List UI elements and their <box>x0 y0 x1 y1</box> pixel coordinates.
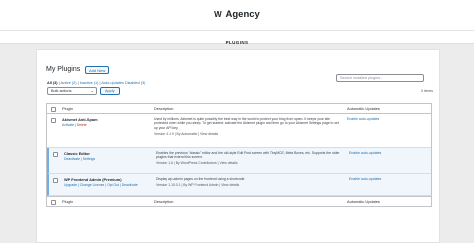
row-checkbox[interactable] <box>53 178 58 183</box>
table-row: Akismet Anti-Spam Activate | Delete Used… <box>47 114 431 148</box>
row-checkbox[interactable] <box>51 118 56 123</box>
plugin-description: Enables the previous "classic" editor an… <box>156 151 343 166</box>
plugin-name: Akismet Anti-Spam <box>62 117 98 122</box>
tab-plugins[interactable]: PLUGINS <box>225 36 249 50</box>
row-checkbox[interactable] <box>53 152 58 157</box>
sub-navigation: PLUGINS <box>0 30 474 50</box>
deactivate-link[interactable]: Deactivate <box>64 157 80 161</box>
column-automatic-updates: Automatic Updates <box>347 199 380 204</box>
plugin-actions: Deactivate | Settings <box>64 157 96 161</box>
brand-mark: W <box>214 10 222 19</box>
opt-out-link[interactable]: Opt Out <box>107 183 119 187</box>
activate-link[interactable]: Activate <box>62 123 74 127</box>
change-license-link[interactable]: Change License <box>80 183 105 187</box>
column-automatic-updates: Automatic Updates <box>347 106 380 111</box>
delete-link[interactable]: Delete <box>77 123 87 127</box>
apply-button[interactable]: Apply <box>100 87 120 95</box>
plugin-actions: Upgrade | Change License | Opt Out | Dea… <box>64 183 138 187</box>
plugin-description: Used by millions, Akismet is quite possi… <box>154 117 341 136</box>
plugin-filters: All (3) | Active (2) | Inactive (1) | Au… <box>47 81 146 85</box>
filter-active[interactable]: Active (2) <box>60 81 76 85</box>
top-bar: W Agency <box>0 0 474 30</box>
table-row: WP Frontend Admin (Premium) Upgrade | Ch… <box>47 174 431 196</box>
upgrade-link[interactable]: Upgrade <box>64 183 77 187</box>
column-description: Description <box>154 199 174 204</box>
brand-logo[interactable]: W Agency <box>0 9 474 20</box>
plugin-description-text: Enables the previous "classic" editor an… <box>156 151 340 160</box>
plugin-meta[interactable]: Version 4.1.9 | By Automattic | View det… <box>154 132 341 136</box>
chevron-down-icon: ⌄ <box>90 88 94 93</box>
bulk-actions-select[interactable]: Bulk actions ⌄ <box>47 87 97 95</box>
plugin-meta[interactable]: Version 1.10.0.1 | By WP Frontend Admin … <box>156 183 343 187</box>
column-plugin[interactable]: Plugin <box>62 104 73 114</box>
plugin-actions: Activate | Delete <box>62 123 87 127</box>
table-header: Plugin Description Automatic Updates <box>47 104 431 114</box>
plugin-description-text: Used by millions, Akismet is quite possi… <box>154 117 339 130</box>
column-description: Description <box>154 106 174 111</box>
enable-auto-updates-link[interactable]: Enable auto-updates <box>349 177 381 181</box>
item-count: 3 items <box>420 89 433 93</box>
plugin-name: Classic Editor <box>64 151 90 156</box>
plugin-description: Display wp-admin pages on the frontend u… <box>156 177 343 187</box>
bulk-actions-label: Bulk actions <box>51 89 72 93</box>
settings-link[interactable]: Settings <box>83 157 95 161</box>
select-all-checkbox[interactable] <box>51 106 56 112</box>
add-new-button[interactable]: Add New <box>85 66 110 74</box>
plugin-name: WP Frontend Admin (Premium) <box>64 177 122 182</box>
column-plugin[interactable]: Plugin <box>62 197 73 207</box>
page-title: My Plugins <box>46 66 81 73</box>
enable-auto-updates-link[interactable]: Enable auto-updates <box>347 117 379 121</box>
filter-inactive[interactable]: Inactive (1) <box>80 81 99 85</box>
plugin-description-text: Display wp-admin pages on the frontend u… <box>156 177 246 181</box>
enable-auto-updates-link[interactable]: Enable auto-updates <box>349 151 381 155</box>
filter-auto-updates-disabled[interactable]: Auto-updates Disabled (3) <box>101 81 145 85</box>
search-input[interactable]: Search installed plugins... <box>336 74 424 82</box>
table-row: Classic Editor Deactivate | Settings Ena… <box>47 148 431 174</box>
plugin-meta[interactable]: Version 1.6 | By WordPress Contributors … <box>156 161 343 165</box>
table-footer: Plugin Description Automatic Updates <box>47 196 431 206</box>
plugins-panel: My Plugins Add New All (3) | Active (2) … <box>36 49 440 243</box>
deactivate-link[interactable]: Deactivate <box>122 183 138 187</box>
select-all-checkbox[interactable] <box>51 199 56 205</box>
plugins-table: Plugin Description Automatic Updates Aki… <box>46 103 432 207</box>
filter-all[interactable]: All (3) <box>47 81 58 85</box>
brand-name: Agency <box>225 9 260 20</box>
